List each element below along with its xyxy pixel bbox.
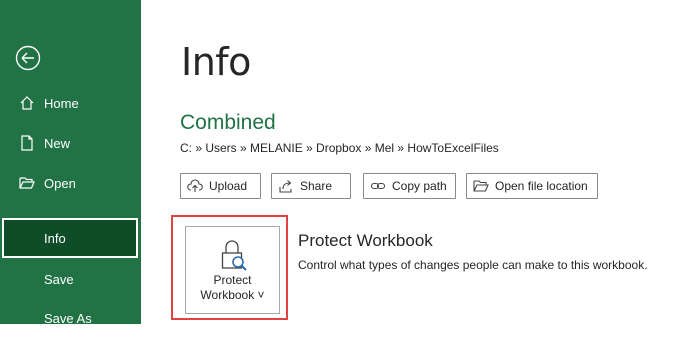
sidebar-item-home[interactable]: Home: [0, 83, 141, 123]
backstage-sidebar: Home New Open Info Save Save As: [0, 0, 141, 326]
new-document-icon: [18, 134, 36, 152]
home-icon: [18, 94, 36, 112]
protect-button-label: Protect: [213, 273, 252, 287]
sidebar-item-save[interactable]: Save: [0, 259, 141, 299]
sidebar-item-label: Home: [44, 95, 79, 111]
folder-icon: [473, 178, 489, 194]
copy-path-label: Copy path: [392, 179, 447, 193]
upload-button[interactable]: Upload: [180, 173, 261, 199]
upload-label: Upload: [209, 179, 248, 193]
open-file-location-button[interactable]: Open file location: [466, 173, 598, 199]
protect-button-label-2: Workbook ˅: [200, 288, 265, 302]
sidebar-item-new[interactable]: New: [0, 123, 141, 163]
share-label: Share: [300, 179, 333, 193]
sidebar-item-label: Open: [44, 175, 76, 191]
share-button[interactable]: Share: [271, 173, 351, 199]
page-title: Info: [181, 40, 251, 84]
sidebar-item-label: Info: [44, 230, 66, 246]
protect-workbook-description: Control what types of changes people can…: [298, 258, 648, 272]
folder-open-icon: [18, 174, 36, 192]
sidebar-item-label: Save As: [44, 310, 92, 326]
sidebar-item-label: Save: [44, 271, 74, 287]
link-icon: [370, 178, 386, 194]
sidebar-item-label: New: [44, 135, 71, 151]
file-path: C: » Users » MELANIE » Dropbox » Mel » H…: [180, 141, 499, 155]
copy-path-button[interactable]: Copy path: [363, 173, 456, 199]
share-icon: [278, 178, 294, 194]
file-name: Combined: [180, 111, 276, 134]
info-panel: Info Combined C: » Users » MELANIE » Dro…: [141, 0, 677, 324]
open-file-location-label: Open file location: [495, 179, 588, 193]
arrow-left-circle-icon: [15, 45, 41, 71]
upload-icon: [187, 178, 203, 194]
protect-workbook-button[interactable]: Protect Workbook ˅: [185, 226, 280, 314]
protect-workbook-title: Protect Workbook: [298, 231, 433, 250]
sidebar-item-save-as[interactable]: Save As: [0, 298, 141, 338]
back-button[interactable]: [15, 45, 41, 71]
sidebar-item-open[interactable]: Open: [0, 163, 141, 203]
sidebar-item-info[interactable]: Info: [2, 218, 138, 258]
